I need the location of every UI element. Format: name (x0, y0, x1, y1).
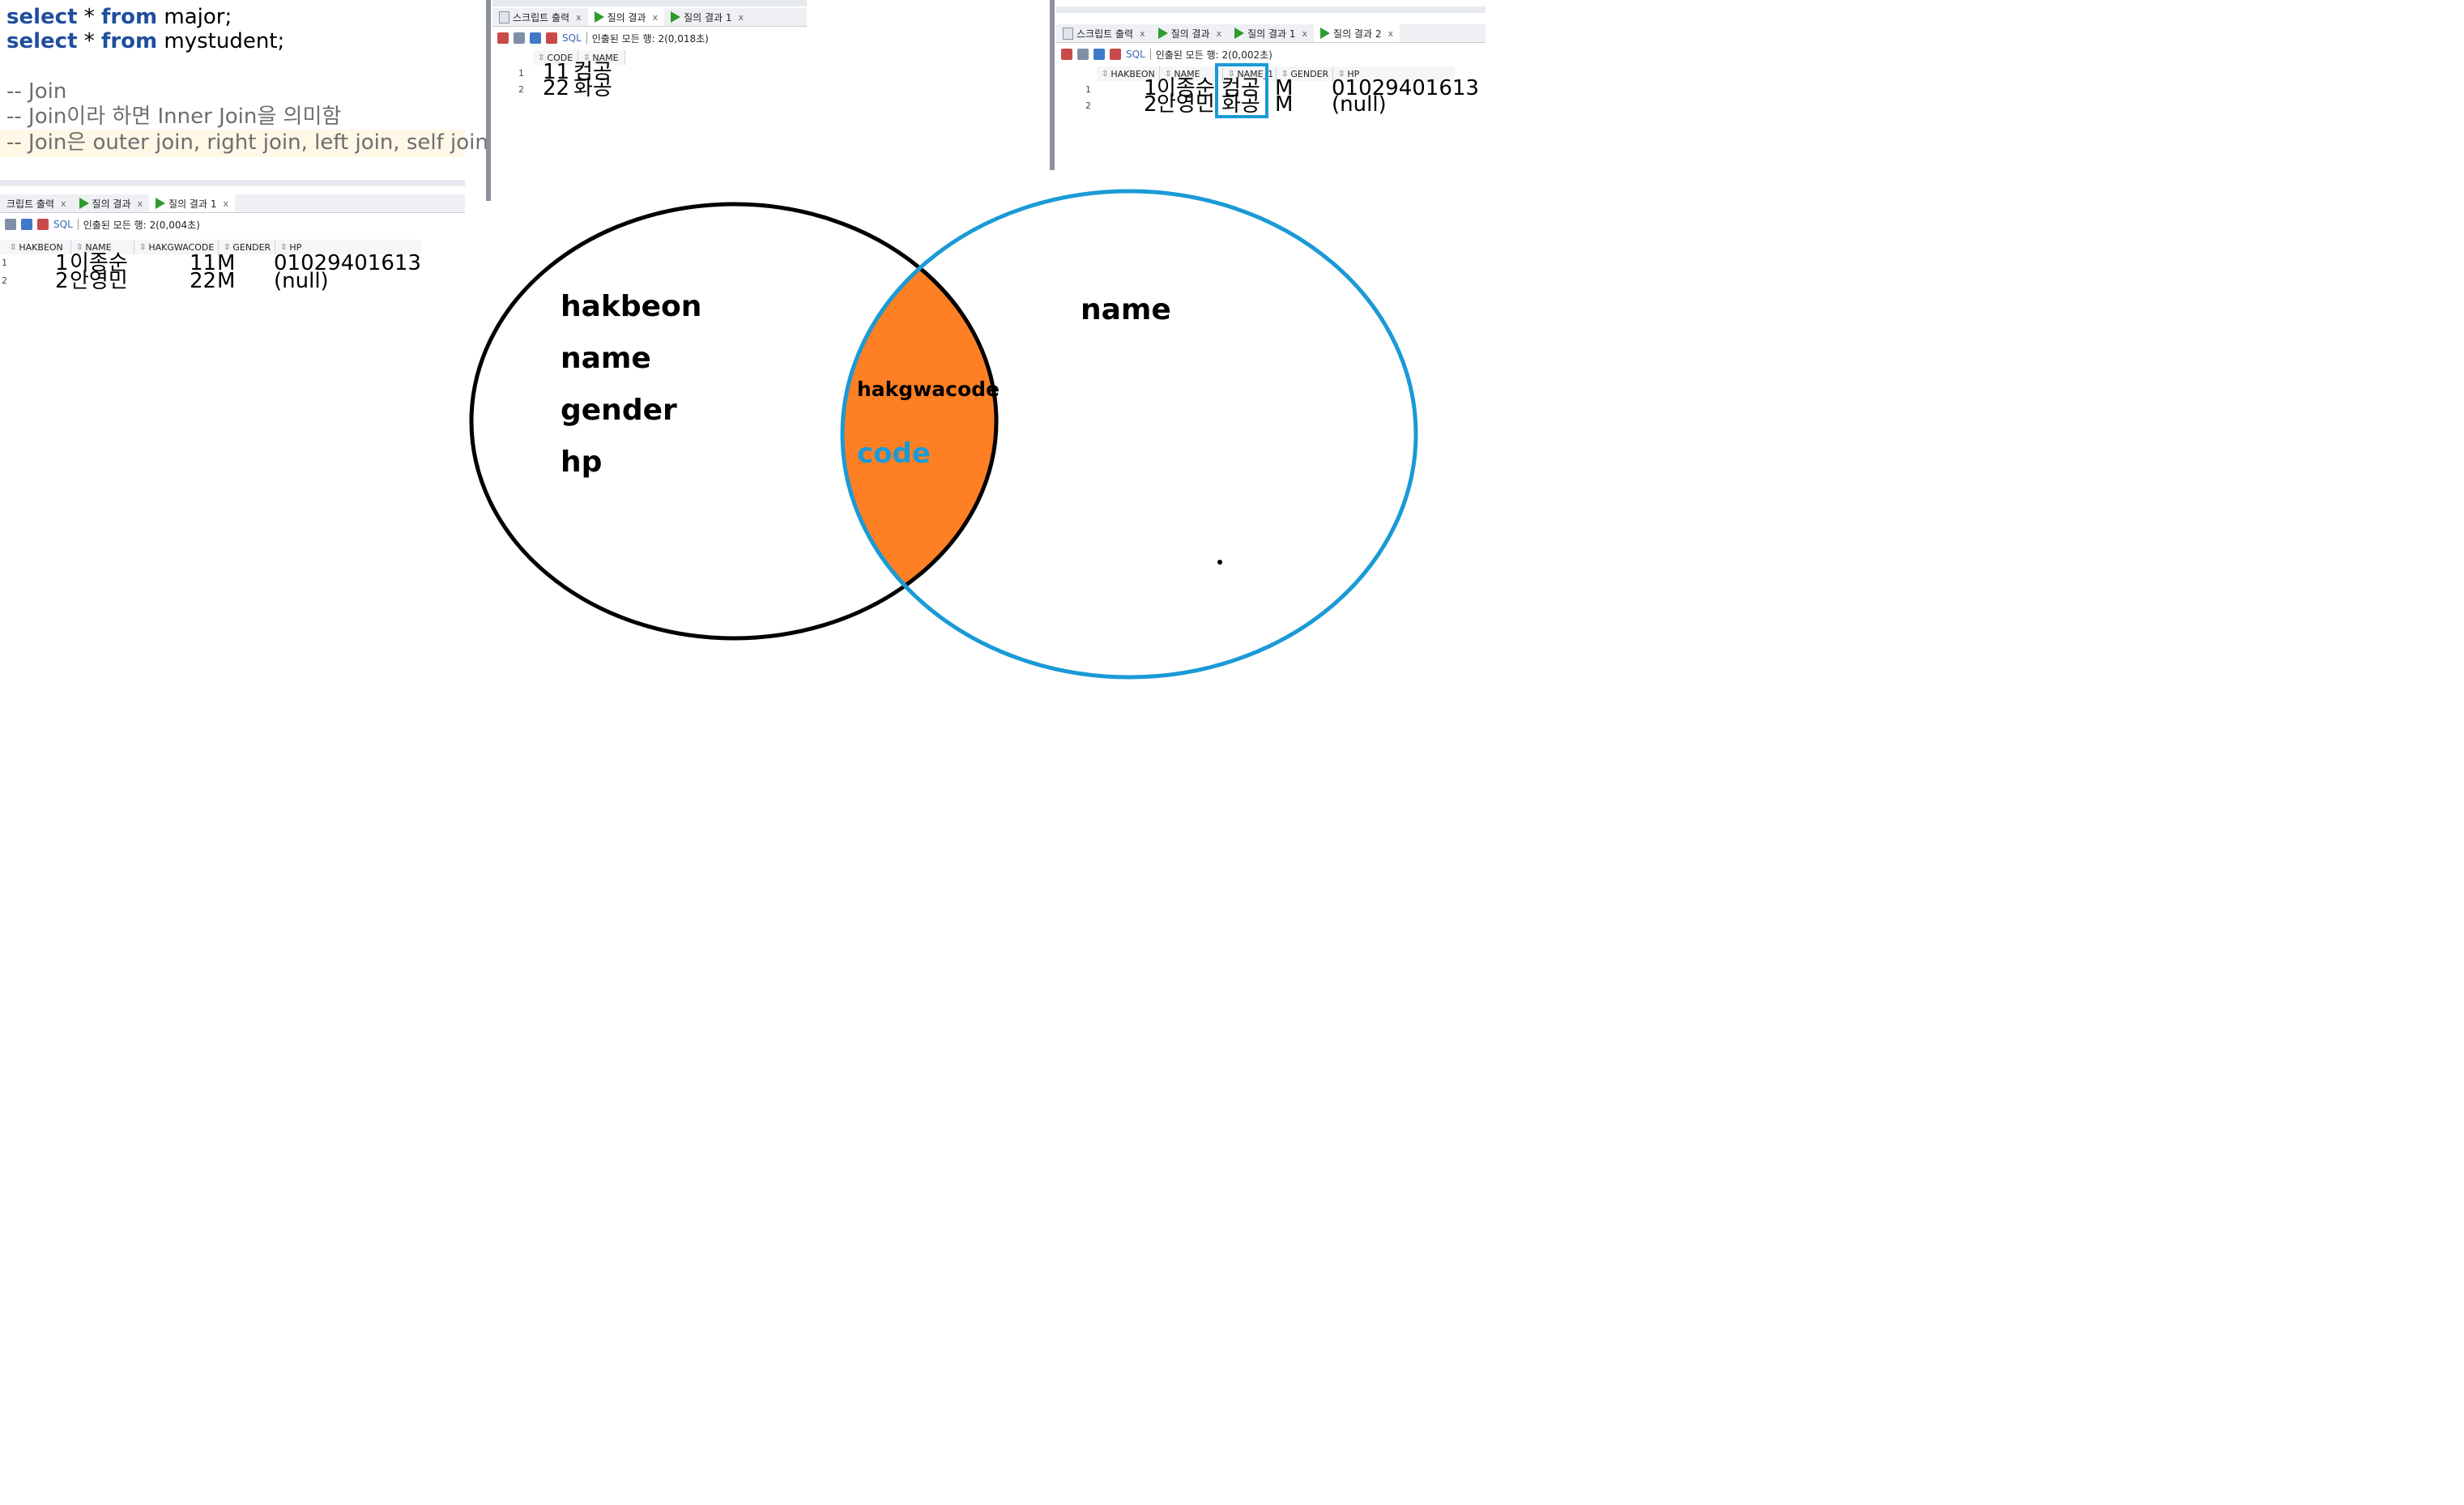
stray-dot (1217, 560, 1222, 565)
intersection-label-hakgwacode: hakgwacode (857, 377, 1000, 401)
right-set-item-name: name (1081, 293, 1171, 326)
left-set-item-name: name (561, 342, 651, 375)
left-set-item-hp: hp (561, 446, 603, 479)
intersection-region (842, 204, 996, 638)
left-set-item-hakbeon: hakbeon (561, 290, 702, 323)
intersection-label-code: code (857, 437, 931, 470)
venn-diagram (469, 189, 1418, 680)
left-set-item-gender: gender (561, 394, 677, 427)
